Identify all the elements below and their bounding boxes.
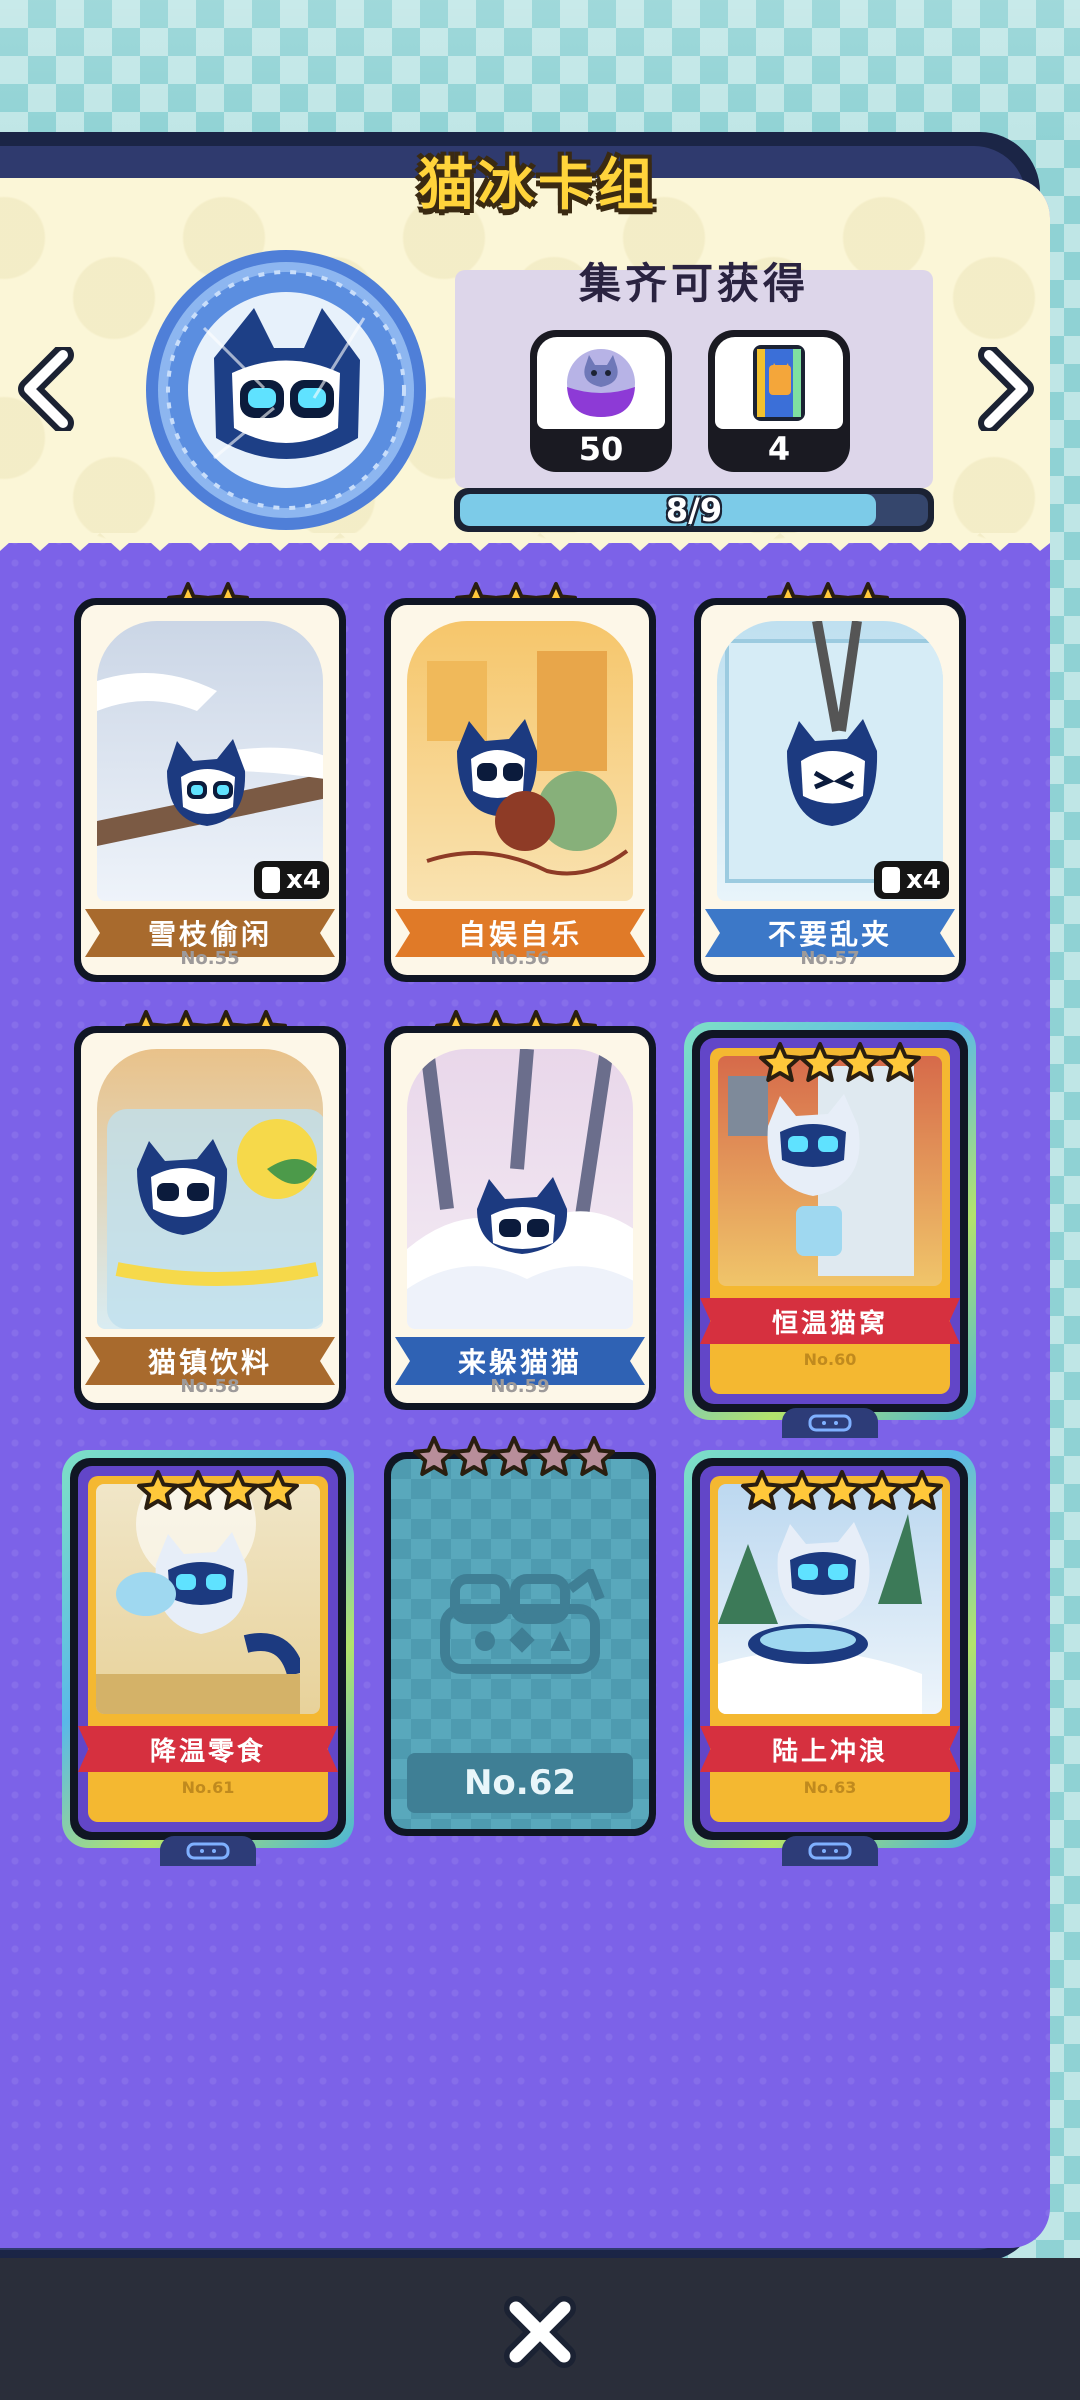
card-art xyxy=(718,1056,942,1286)
previous-set-button[interactable] xyxy=(12,344,82,434)
locked-card-number: No.62 xyxy=(407,1753,633,1813)
star-icon xyxy=(413,1436,455,1476)
card-number: No.58 xyxy=(180,1376,240,1397)
tongs-cat-art xyxy=(725,621,943,883)
yarn-ball-cat-art xyxy=(426,651,629,876)
close-icon xyxy=(504,2296,576,2368)
star-icon xyxy=(839,1042,881,1082)
card-number: No.55 xyxy=(180,948,240,969)
card-art xyxy=(407,621,633,901)
card-number: No.60 xyxy=(803,1350,857,1369)
card-name: 恒温猫窝 xyxy=(700,1298,960,1344)
card-number: No.61 xyxy=(181,1778,235,1797)
star-icon xyxy=(781,1470,823,1510)
card-number: No.57 xyxy=(800,948,860,969)
card-mini-icon xyxy=(262,867,281,893)
star-icon xyxy=(257,1470,299,1510)
card-62-stars xyxy=(412,1432,615,1482)
cat-capsule-icon xyxy=(567,349,635,417)
chevron-left-icon xyxy=(18,347,74,431)
chevron-right-icon xyxy=(978,347,1034,431)
fridge-cat-art xyxy=(728,1066,914,1276)
snack-cat-art xyxy=(96,1484,305,1714)
card-61-stars xyxy=(136,1466,299,1516)
reward-capsule[interactable]: 50 xyxy=(530,330,672,472)
card-no57[interactable]: x4 不要乱夹 No.57 xyxy=(694,598,966,982)
card-name: 降温零食 xyxy=(78,1726,338,1772)
star-icon xyxy=(493,1436,535,1476)
card-number: No.56 xyxy=(490,948,550,969)
star-icon xyxy=(861,1470,903,1510)
hiding-cat-art xyxy=(407,1049,633,1329)
card-art xyxy=(718,1484,942,1714)
card-art xyxy=(97,621,323,901)
rare-card-tab xyxy=(782,1408,878,1438)
card-number: No.59 xyxy=(490,1376,550,1397)
paw-emblem-icon xyxy=(808,1842,852,1860)
card-art xyxy=(96,1484,320,1714)
card-art xyxy=(407,1049,633,1329)
card-no56[interactable]: 自娱自乐 No.56 xyxy=(384,598,656,982)
star-icon xyxy=(821,1470,863,1510)
rare-card-tab xyxy=(160,1836,256,1866)
reward-card-pack[interactable]: 4 xyxy=(708,330,850,472)
star-icon xyxy=(217,1470,259,1510)
card-no55[interactable]: x4 雪枝偷闲 No.55 xyxy=(74,598,346,982)
star-icon xyxy=(573,1436,615,1476)
card-art xyxy=(97,1049,323,1329)
star-icon xyxy=(879,1042,921,1082)
set-badge-icon xyxy=(146,250,426,530)
star-icon xyxy=(741,1470,783,1510)
card-art xyxy=(717,621,943,901)
background-top xyxy=(0,0,1080,150)
star-icon xyxy=(759,1042,801,1082)
zigzag-divider xyxy=(0,533,1050,551)
duplicate-count-badge: x4 xyxy=(254,861,329,899)
card-set-title: 猫冰卡组 xyxy=(418,153,658,218)
star-icon xyxy=(137,1470,179,1510)
reward-title: 集齐可获得 xyxy=(578,259,809,308)
snowy-branch-cat-art xyxy=(97,673,323,846)
drink-cat-art xyxy=(107,1109,323,1329)
next-set-button[interactable] xyxy=(970,344,1040,434)
card-name: 陆上冲浪 xyxy=(700,1726,960,1772)
star-icon xyxy=(901,1470,943,1510)
surfing-cat-art xyxy=(718,1514,922,1714)
close-button[interactable] xyxy=(500,2292,580,2372)
star-icon xyxy=(799,1042,841,1082)
duplicate-count-badge: x4 xyxy=(874,861,949,899)
rare-card-tab xyxy=(782,1836,878,1866)
star-icon xyxy=(453,1436,495,1476)
progress-label: 8/9 xyxy=(665,494,723,526)
card-pack-icon xyxy=(753,345,805,421)
reward-capsule-count: 50 xyxy=(578,430,624,468)
star-icon xyxy=(533,1436,575,1476)
card-63-stars xyxy=(740,1466,943,1516)
collection-progress-bar: 8/9 xyxy=(454,488,934,532)
reward-card-pack-count: 4 xyxy=(767,430,791,468)
card-no62-locked[interactable]: No.62 xyxy=(384,1452,656,1836)
card-no58[interactable]: 猫镇饮料 No.58 xyxy=(74,1026,346,1410)
card-number: No.63 xyxy=(803,1778,857,1797)
paw-emblem-icon xyxy=(186,1842,230,1860)
card-no59[interactable]: 来躲猫猫 No.59 xyxy=(384,1026,656,1410)
card-60-stars xyxy=(758,1038,921,1088)
card-mini-icon xyxy=(882,867,901,893)
locked-card-emblem-icon xyxy=(440,1569,605,1674)
paw-emblem-icon xyxy=(808,1414,852,1432)
star-icon xyxy=(177,1470,219,1510)
